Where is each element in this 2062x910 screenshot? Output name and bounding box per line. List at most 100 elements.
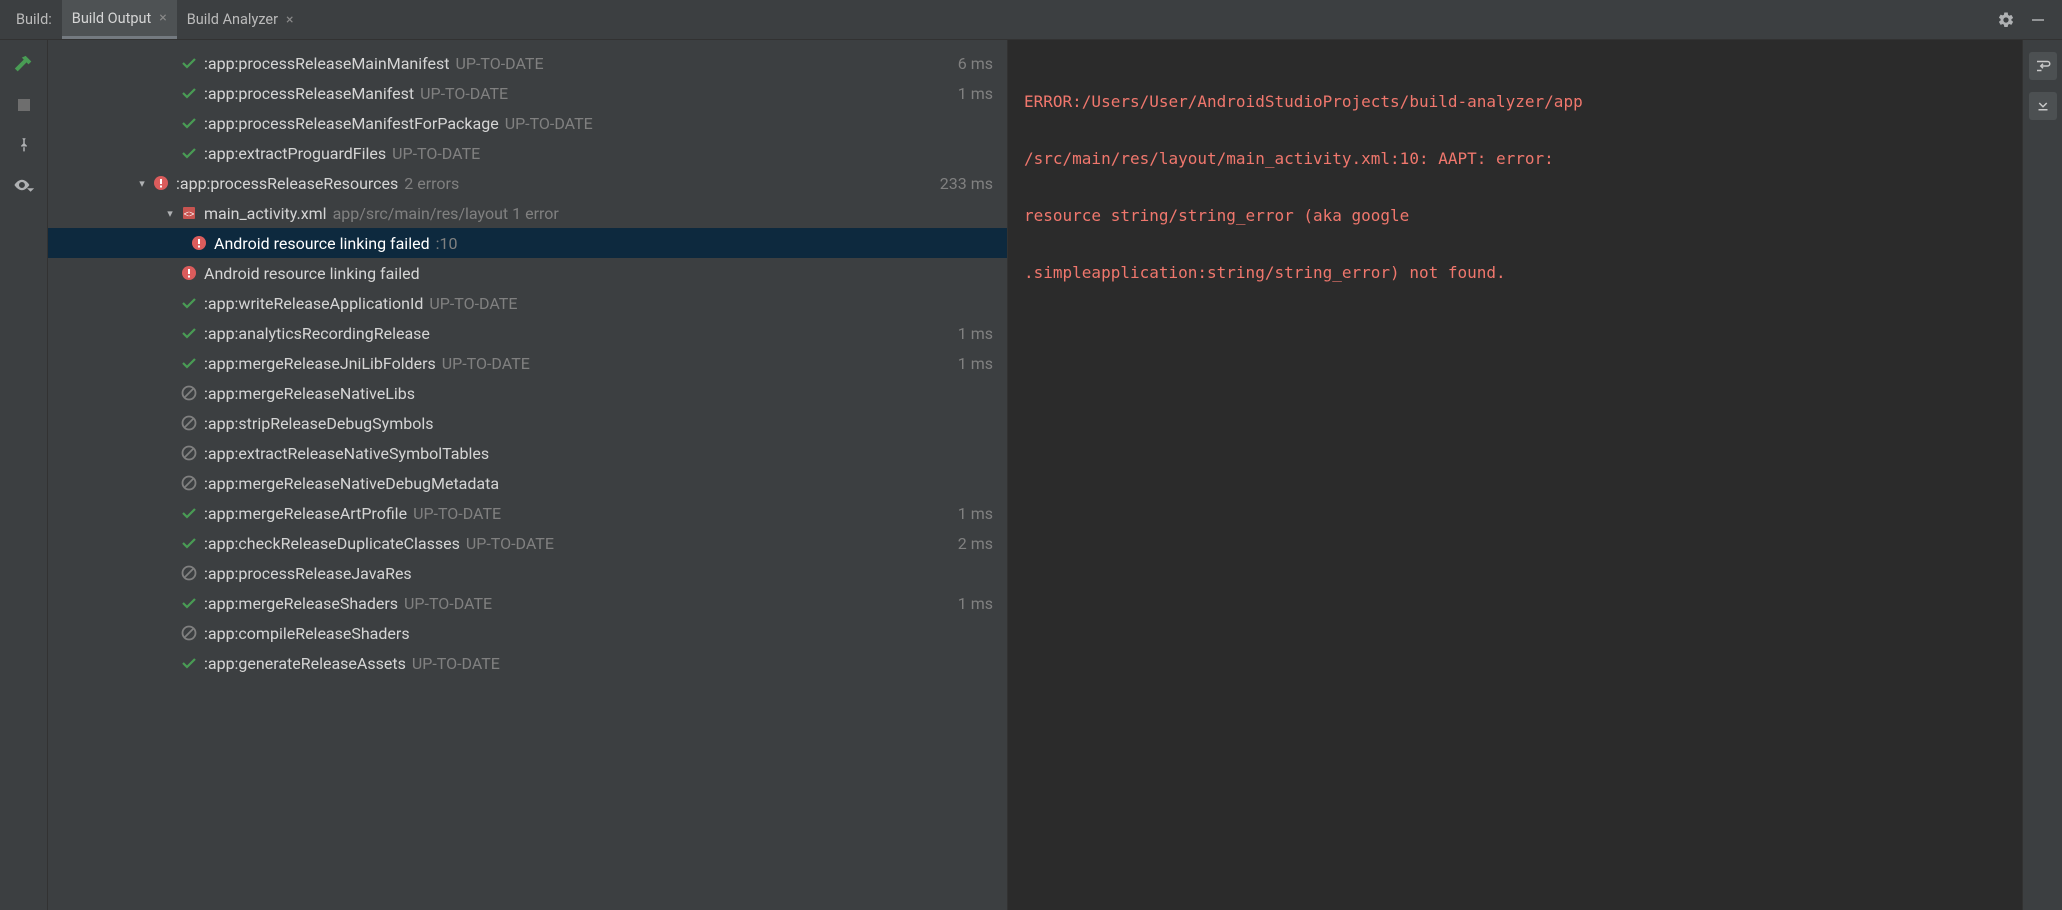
tree-row[interactable]: :app:checkReleaseDuplicateClasses UP-TO-D… (48, 528, 1007, 558)
task-time: 1 ms (958, 354, 993, 373)
tree-row[interactable]: :app:compileReleaseShaders (48, 618, 1007, 648)
task-name: :app:generateReleaseAssets (204, 654, 406, 673)
task-name: :app:mergeReleaseNativeDebugMetadata (204, 474, 499, 493)
stop-icon[interactable] (13, 94, 35, 116)
tree-row[interactable]: :app:processReleaseManifest UP-TO-DATE 1 m… (48, 78, 1007, 108)
left-toolbar (0, 40, 48, 910)
task-name: Android resource linking failed (214, 234, 430, 253)
chevron-down-icon[interactable]: ▾ (162, 207, 178, 220)
task-status: UP-TO-DATE (429, 294, 517, 313)
task-status: UP-TO-DATE (455, 54, 543, 73)
task-name: Android resource linking failed (204, 264, 420, 283)
right-toolbar (2022, 40, 2062, 910)
tab-label: Build Output (72, 10, 151, 27)
task-status: UP-TO-DATE (412, 654, 500, 673)
check-icon (180, 294, 198, 312)
skip-icon (180, 384, 198, 402)
tree-row[interactable]: Android resource linking failed (48, 258, 1007, 288)
error-icon (190, 234, 208, 252)
skip-icon (180, 564, 198, 582)
tree-row[interactable]: :app:analyticsRecordingRelease 1 ms (48, 318, 1007, 348)
tree-row[interactable]: :app:processReleaseManifestForPackage UP-… (48, 108, 1007, 138)
soft-wrap-icon[interactable] (2029, 52, 2057, 80)
close-icon[interactable]: × (159, 10, 166, 26)
tree-row[interactable]: :app:mergeReleaseArtProfile UP-TO-DATE 1 m… (48, 498, 1007, 528)
error-detail-panel: ERROR:/Users/User/AndroidStudioProjects/… (1008, 40, 2022, 910)
task-status: UP-TO-DATE (420, 84, 508, 103)
tree-row[interactable]: :app:mergeReleaseJniLibFolders UP-TO-DATE… (48, 348, 1007, 378)
check-icon (180, 144, 198, 162)
error-line: /src/main/res/layout/main_activity.xml:1… (1024, 149, 2006, 168)
tab-label: Build Analyzer (187, 11, 278, 28)
check-icon (180, 594, 198, 612)
close-icon[interactable]: × (286, 12, 293, 28)
task-time: 6 ms (958, 54, 993, 73)
chevron-down-icon[interactable]: ▾ (134, 177, 150, 190)
tree-row[interactable]: :app:mergeReleaseNativeLibs (48, 378, 1007, 408)
task-name: :app:processReleaseManifestForPackage (204, 114, 499, 133)
tree-row[interactable]: ▾ :app:processReleaseResources 2 errors 233… (48, 168, 1007, 198)
task-name: :app:mergeReleaseShaders (204, 594, 398, 613)
tree-row[interactable]: :app:processReleaseMainManifestUP-TO-DAT… (48, 48, 1007, 78)
pin-icon[interactable] (13, 134, 35, 156)
task-secondary: :10 (436, 234, 458, 253)
task-time: 2 ms (958, 534, 993, 553)
tree-row[interactable]: :app:stripReleaseDebugSymbols (48, 408, 1007, 438)
task-status: UP-TO-DATE (442, 354, 530, 373)
check-icon (180, 354, 198, 372)
task-status: UP-TO-DATE (466, 534, 554, 553)
tree-row[interactable]: :app:mergeReleaseShadersUP-TO-DATE1 ms (48, 588, 1007, 618)
task-name: :app:mergeReleaseArtProfile (204, 504, 407, 523)
task-status: UP-TO-DATE (413, 504, 501, 523)
task-name: :app:checkReleaseDuplicateClasses (204, 534, 460, 553)
error-line: .simpleapplication:string/string_error) … (1024, 263, 2006, 282)
skip-icon (180, 624, 198, 642)
tab-build-output[interactable]: Build Output × (62, 0, 177, 39)
task-name: :app:processReleaseJavaRes (204, 564, 412, 583)
task-name: :app:analyticsRecordingRelease (204, 324, 430, 343)
tree-row[interactable]: :app:generateReleaseAssets UP-TO-DATE (48, 648, 1007, 678)
task-status: UP-TO-DATE (505, 114, 593, 133)
scroll-to-end-icon[interactable] (2029, 92, 2057, 120)
skip-icon (180, 444, 198, 462)
task-name: :app:mergeReleaseNativeLibs (204, 384, 415, 403)
tree-row[interactable]: ▾<>main_activity.xmlapp/src/main/res/lay… (48, 198, 1007, 228)
task-time: 233 ms (940, 174, 993, 193)
eye-icon[interactable] (13, 174, 35, 196)
task-time: 1 ms (958, 594, 993, 613)
task-name: :app:processReleaseManifest (204, 84, 414, 103)
tree-row[interactable]: Android resource linking failed :10 (48, 228, 1007, 258)
skip-icon (180, 414, 198, 432)
tree-row[interactable]: :app:processReleaseJavaRes (48, 558, 1007, 588)
task-name: main_activity.xml (204, 204, 327, 223)
build-tree[interactable]: :app:processReleaseMainManifestUP-TO-DAT… (48, 40, 1008, 910)
task-status: UP-TO-DATE (392, 144, 480, 163)
check-icon (180, 324, 198, 342)
check-icon (180, 654, 198, 672)
task-secondary: 2 errors (404, 174, 459, 193)
skip-icon (180, 474, 198, 492)
error-icon (180, 264, 198, 282)
tab-build-analyzer[interactable]: Build Analyzer × (177, 0, 304, 39)
tree-row[interactable]: :app:mergeReleaseNativeDebugMetadata (48, 468, 1007, 498)
task-name: :app:stripReleaseDebugSymbols (204, 414, 434, 433)
error-icon (152, 174, 170, 192)
minimize-icon[interactable] (2028, 10, 2048, 30)
check-icon (180, 504, 198, 522)
task-name: :app:extractReleaseNativeSymbolTables (204, 444, 489, 463)
hammer-icon[interactable] (13, 54, 35, 76)
task-time: 1 ms (958, 504, 993, 523)
task-time: 1 ms (958, 84, 993, 103)
tabs: Build Output × Build Analyzer × (62, 0, 304, 39)
gear-icon[interactable] (1996, 10, 2016, 30)
task-name: :app:writeReleaseApplicationId (204, 294, 423, 313)
task-name: :app:processReleaseResources (176, 174, 398, 193)
tree-row[interactable]: :app:extractReleaseNativeSymbolTables (48, 438, 1007, 468)
tree-row[interactable]: :app:writeReleaseApplicationId UP-TO-DATE (48, 288, 1007, 318)
tree-row[interactable]: :app:extractProguardFilesUP-TO-DATE (48, 138, 1007, 168)
svg-text:<>: <> (184, 209, 195, 219)
task-time: 1 ms (958, 324, 993, 343)
task-name: :app:mergeReleaseJniLibFolders (204, 354, 436, 373)
error-line: resource string/string_error (aka google (1024, 206, 2006, 225)
check-icon (180, 114, 198, 132)
